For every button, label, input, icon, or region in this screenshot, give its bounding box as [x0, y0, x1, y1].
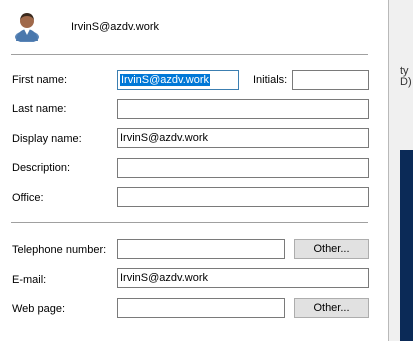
email-field[interactable]: IrvinS@azdv.work: [117, 268, 369, 288]
first-name-field[interactable]: IrvinS@azdv.work: [117, 70, 239, 90]
first-name-label: First name:: [12, 74, 68, 86]
first-name-value: IrvinS@azdv.work: [120, 74, 210, 86]
description-label: Description:: [12, 162, 71, 174]
web-page-field[interactable]: [117, 298, 285, 318]
telephone-label: Telephone number:: [12, 244, 107, 256]
background-desktop: [400, 150, 413, 341]
web-page-other-button[interactable]: Other...: [294, 298, 369, 318]
office-label: Office:: [12, 192, 44, 204]
user-name-heading: IrvinS@azdv.work: [71, 21, 159, 33]
header-divider: [11, 54, 368, 55]
last-name-field[interactable]: [117, 99, 369, 119]
background-text-2: D): [400, 76, 412, 88]
user-icon: [15, 13, 39, 43]
description-field[interactable]: [117, 158, 369, 178]
initials-label: Initials:: [253, 74, 288, 86]
last-name-label: Last name:: [12, 103, 67, 115]
email-label: E-mail:: [12, 274, 47, 286]
telephone-other-button[interactable]: Other...: [294, 239, 369, 259]
office-field[interactable]: [117, 187, 369, 207]
display-name-field[interactable]: IrvinS@azdv.work: [117, 128, 369, 148]
initials-field[interactable]: [292, 70, 369, 90]
background-window-text: ty D): [400, 66, 412, 88]
display-name-label: Display name:: [12, 133, 82, 145]
telephone-field[interactable]: [117, 239, 285, 259]
avatar: [13, 10, 41, 43]
section-divider: [11, 222, 368, 223]
web-page-label: Web page:: [12, 303, 66, 315]
